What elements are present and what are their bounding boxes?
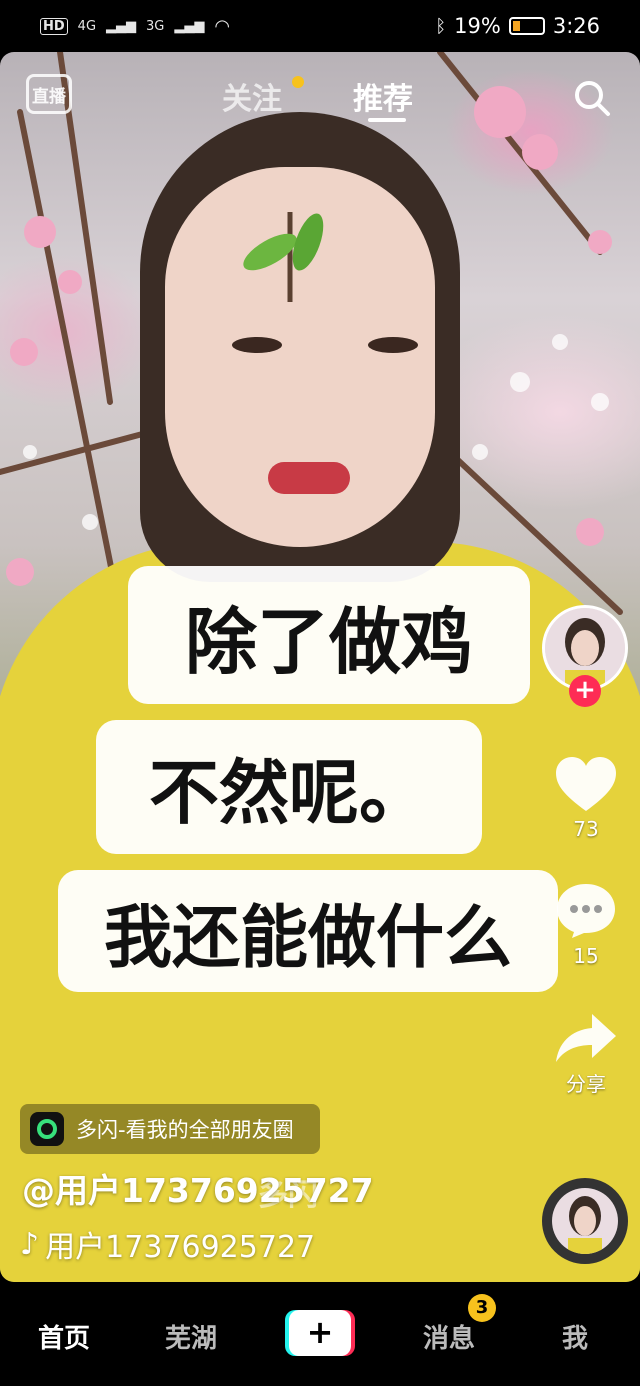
network-indicators: HD 4G ▂▄▆ 3G ▂▄▆ ◠ [40,16,230,37]
like-count: 73 [573,817,599,841]
music-disc[interactable] [542,1178,628,1264]
signal-4g-icon: 4G [77,18,97,34]
music-note-icon: ♪ [20,1226,40,1262]
disc-avatar-image [552,1188,618,1254]
status-bar: HD 4G ▂▄▆ 3G ▂▄▆ ◠ ᛒ 19% 3:26 [0,0,640,52]
active-tab-underline [368,118,406,122]
right-eye [368,337,418,353]
hd-icon: HD [40,17,68,35]
left-eye [232,337,282,353]
messages-badge: 3 [468,1294,496,1322]
bottom-nav: 首页 芜湖 + 消息 3 我 [0,1282,640,1386]
nav-messages[interactable]: 消息 [423,1318,475,1355]
wifi-icon: ◠ [214,15,231,37]
follow-dot-indicator [292,76,304,88]
comment-button[interactable]: 15 [548,880,624,968]
comment-icon [557,884,615,938]
like-button[interactable]: 73 [548,755,624,841]
search-icon[interactable] [572,78,612,118]
nav-city[interactable]: 芜湖 [165,1318,217,1355]
tab-follow[interactable]: 关注 [222,74,282,118]
signal-bars-icon: ▂▄▆ [106,18,137,34]
caption-line-3: 我还能做什么 [58,870,558,992]
share-button[interactable]: 分享 [548,1010,624,1097]
author-username[interactable]: @用户17376925727 [22,1164,374,1212]
create-plus-icon: + [289,1310,351,1356]
caption-line-2: 不然呢。 [96,720,482,854]
top-nav: 直播 关注 推荐 [0,52,640,142]
heart-icon [556,757,616,811]
duoshan-logo-icon [30,1112,64,1146]
share-arrow-icon [556,1014,616,1062]
comment-count: 15 [573,944,599,968]
tab-recommend[interactable]: 推荐 [353,74,413,118]
app-promo-chip[interactable]: 多闪-看我的全部朋友圈 [20,1104,320,1154]
signal-bars-icon: ▂▄▆ [174,18,205,34]
lips [268,462,350,494]
app-promo-text: 多闪-看我的全部朋友圈 [76,1118,294,1142]
bluetooth-icon: ᛒ [435,15,447,37]
sound-name: 用户17376925727 [45,1230,316,1265]
battery-icon [508,17,545,35]
share-label: 分享 [566,1072,606,1096]
live-button[interactable]: 直播 [26,74,72,114]
battery-percent: 19% [454,14,501,38]
create-button[interactable]: + [285,1310,355,1356]
signal-3g-icon: 3G [146,18,165,34]
caption-line-1: 除了做鸡 [128,566,530,704]
sound-info[interactable]: ♪ 用户17376925727 [20,1222,315,1266]
follow-plus-button[interactable]: + [569,675,601,707]
nav-me[interactable]: 我 [562,1318,588,1355]
nav-home[interactable]: 首页 [38,1318,90,1355]
leaf-sprig [243,212,324,302]
clock: 3:26 [552,14,600,38]
